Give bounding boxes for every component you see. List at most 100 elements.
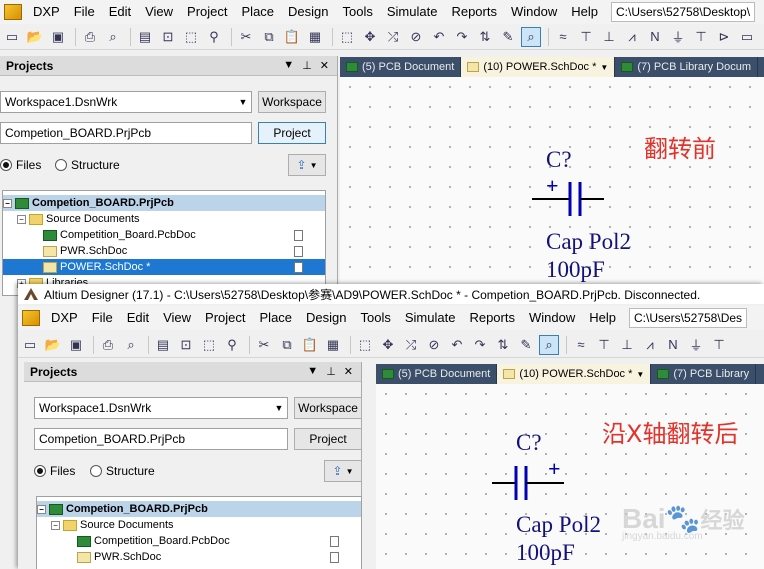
bus-icon[interactable]: ⊤ bbox=[594, 335, 614, 355]
collapse-icon[interactable]: − bbox=[17, 214, 26, 224]
menu-place[interactable]: Place bbox=[253, 306, 300, 330]
collapse-icon[interactable]: − bbox=[3, 198, 12, 208]
rubber-stamp-icon[interactable]: ▦ bbox=[323, 335, 343, 355]
tab-pcb-library[interactable]: (7) PCB Library bbox=[651, 364, 757, 384]
folder-icon[interactable]: ▤ bbox=[135, 27, 155, 47]
tree-item[interactable]: PWR.SchDoc bbox=[37, 549, 361, 565]
path-field[interactable]: C:\Users\52758\Desktop\ bbox=[610, 2, 756, 22]
menu-window[interactable]: Window bbox=[522, 306, 582, 330]
tree-item[interactable]: PWR.SchDoc bbox=[3, 243, 325, 259]
project-button[interactable]: Project bbox=[294, 428, 362, 450]
hierarchy-icon[interactable]: ⇅ bbox=[493, 335, 513, 355]
collapse-icon[interactable]: − bbox=[51, 520, 60, 530]
menu-project[interactable]: Project bbox=[180, 0, 234, 24]
deselect-icon[interactable]: ⤮ bbox=[383, 27, 403, 47]
port-icon[interactable]: ▭ bbox=[737, 27, 757, 47]
part-icon[interactable]: ⊳ bbox=[714, 27, 734, 47]
netlabel-text-icon[interactable]: N bbox=[663, 335, 683, 355]
menu-place[interactable]: Place bbox=[235, 0, 282, 24]
print-icon[interactable]: ⎙ bbox=[98, 335, 118, 355]
menu-tools[interactable]: Tools bbox=[336, 0, 380, 24]
structure-radio[interactable]: Structure bbox=[55, 158, 120, 172]
comment[interactable]: Cap Pol2 bbox=[516, 512, 601, 538]
menu-edit[interactable]: Edit bbox=[102, 0, 138, 24]
menu-view[interactable]: View bbox=[138, 0, 180, 24]
netlabel-text-icon[interactable]: N bbox=[645, 27, 665, 47]
hierarchy-icon[interactable]: ⇅ bbox=[475, 27, 495, 47]
project-options-button[interactable]: ⇪ ▼ bbox=[288, 154, 326, 176]
project-field[interactable]: Competion_BOARD.PrjPcb bbox=[34, 428, 288, 450]
menu-reports[interactable]: Reports bbox=[444, 0, 504, 24]
designator[interactable]: C? bbox=[516, 430, 542, 456]
cut-icon[interactable]: ✂ bbox=[254, 335, 274, 355]
ground-icon[interactable]: ⏚ bbox=[668, 27, 688, 47]
capacitor-symbol[interactable] bbox=[526, 172, 606, 232]
designator[interactable]: C? bbox=[546, 147, 572, 173]
workspace-button[interactable]: Workspace bbox=[294, 397, 362, 419]
save-icon[interactable]: ▣ bbox=[48, 27, 68, 47]
copy-icon[interactable]: ⧉ bbox=[259, 27, 279, 47]
menu-design[interactable]: Design bbox=[299, 306, 353, 330]
menu-file[interactable]: File bbox=[67, 0, 102, 24]
tab-power-schdoc[interactable]: (10) POWER.SchDoc * ▼ bbox=[497, 364, 652, 384]
close-icon[interactable]: ✕ bbox=[344, 365, 353, 378]
menu-help[interactable]: Help bbox=[564, 0, 605, 24]
project-button[interactable]: Project bbox=[258, 122, 326, 144]
files-radio[interactable]: Files bbox=[0, 158, 41, 172]
menu-design[interactable]: Design bbox=[281, 0, 335, 24]
ground-icon[interactable]: ⏚ bbox=[686, 335, 706, 355]
tab-menu-icon[interactable]: ▼ bbox=[636, 370, 644, 379]
move-icon[interactable]: ✥ bbox=[360, 27, 380, 47]
tree-folder[interactable]: − Source Documents bbox=[37, 517, 361, 533]
pen-icon[interactable]: ✎ bbox=[516, 335, 536, 355]
tree-item[interactable]: Competition_Board.PcbDoc bbox=[3, 227, 325, 243]
value[interactable]: 100pF bbox=[546, 257, 605, 283]
wire-icon[interactable]: ≈ bbox=[553, 27, 573, 47]
vcc-icon[interactable]: ⊤ bbox=[691, 27, 711, 47]
close-icon[interactable]: ✕ bbox=[320, 59, 329, 72]
redo-icon[interactable]: ↷ bbox=[452, 27, 472, 47]
schematic-canvas[interactable]: 翻转前 C? + Cap Pol2 100pF bbox=[340, 77, 764, 284]
undo-icon[interactable]: ↶ bbox=[429, 27, 449, 47]
zoom-fit-icon[interactable]: ⊡ bbox=[176, 335, 196, 355]
tab-power-schdoc[interactable]: (10) POWER.SchDoc * ▼ bbox=[461, 57, 616, 77]
menu-simulate[interactable]: Simulate bbox=[380, 0, 445, 24]
bus-entry-icon[interactable]: ⊥ bbox=[617, 335, 637, 355]
menu-reports[interactable]: Reports bbox=[462, 306, 522, 330]
workspace-button[interactable]: Workspace bbox=[258, 91, 326, 113]
project-field[interactable]: Competion_BOARD.PrjPcb bbox=[0, 122, 252, 144]
menu-project[interactable]: Project bbox=[198, 306, 252, 330]
wire-icon[interactable]: ≈ bbox=[571, 335, 591, 355]
deselect-icon[interactable]: ⤮ bbox=[401, 335, 421, 355]
cut-icon[interactable]: ✂ bbox=[236, 27, 256, 47]
preview-icon[interactable]: ⌕ bbox=[121, 335, 141, 355]
tab-pcb-document[interactable]: (5) PCB Document bbox=[376, 364, 498, 384]
workspace-select[interactable]: Workspace1.DsnWrk ▼ bbox=[0, 91, 252, 113]
tab-pcb-library[interactable]: (7) PCB Library Docum bbox=[615, 57, 759, 77]
move-icon[interactable]: ✥ bbox=[378, 335, 398, 355]
browse-icon[interactable]: ⌕ bbox=[539, 334, 559, 355]
folder-icon[interactable]: ▤ bbox=[153, 335, 173, 355]
paste-icon[interactable]: 📋 bbox=[300, 335, 320, 355]
menu-tools[interactable]: Tools bbox=[354, 306, 398, 330]
comment[interactable]: Cap Pol2 bbox=[546, 229, 631, 255]
pin-icon[interactable]: ⊥ bbox=[326, 365, 336, 378]
menu-window[interactable]: Window bbox=[504, 0, 564, 24]
net-label-icon[interactable]: ⩘ bbox=[622, 27, 642, 47]
dxp-icon[interactable] bbox=[22, 310, 40, 326]
net-label-icon[interactable]: ⩘ bbox=[640, 335, 660, 355]
clear-filter-icon[interactable]: ⊘ bbox=[406, 27, 426, 47]
tree-item-selected[interactable]: POWER.SchDoc * bbox=[3, 259, 325, 275]
tree-folder[interactable]: − Source Documents bbox=[3, 211, 325, 227]
print-icon[interactable]: ⎙ bbox=[80, 27, 100, 47]
zoom-select-icon[interactable]: ⚲ bbox=[222, 335, 242, 355]
clear-filter-icon[interactable]: ⊘ bbox=[424, 335, 444, 355]
workspace-select[interactable]: Workspace1.DsnWrk ▼ bbox=[34, 397, 288, 419]
menu-view[interactable]: View bbox=[156, 306, 198, 330]
structure-radio[interactable]: Structure bbox=[90, 464, 155, 478]
bus-icon[interactable]: ⊤ bbox=[576, 27, 596, 47]
pen-icon[interactable]: ✎ bbox=[498, 27, 518, 47]
zoom-fit-icon[interactable]: ⊡ bbox=[158, 27, 178, 47]
zoom-area-icon[interactable]: ⬚ bbox=[199, 335, 219, 355]
rubber-stamp-icon[interactable]: ▦ bbox=[305, 27, 325, 47]
